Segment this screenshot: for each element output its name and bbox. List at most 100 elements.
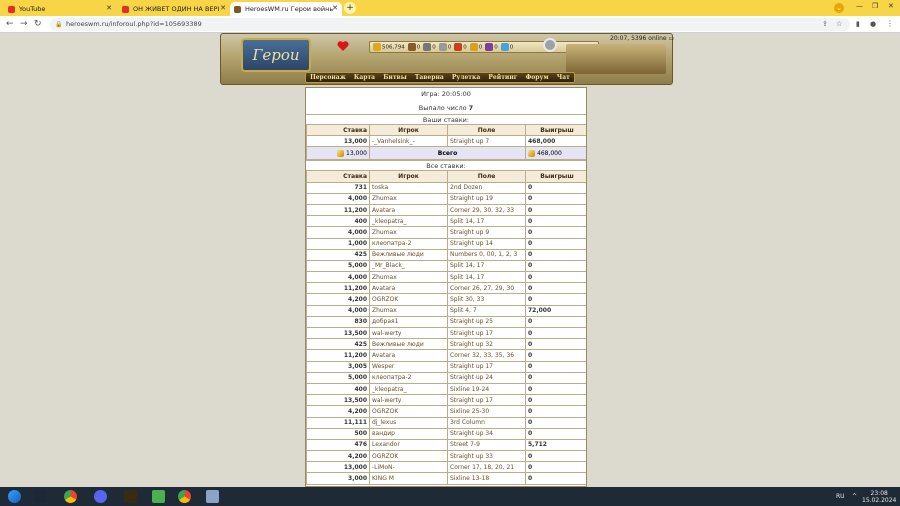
- bookmark-star-icon[interactable]: ☆: [836, 18, 842, 31]
- start-button-icon[interactable]: [8, 490, 21, 503]
- bet-win: 0: [525, 405, 586, 418]
- back-icon[interactable]: ←: [6, 18, 14, 30]
- close-window-icon[interactable]: ✕: [888, 2, 894, 10]
- player-link[interactable]: Avatara: [369, 203, 448, 217]
- player-link[interactable]: dj_lexus: [369, 416, 448, 429]
- forward-icon[interactable]: →: [20, 18, 28, 30]
- bet-win: 0: [525, 282, 586, 295]
- bet-win: 0: [525, 315, 586, 329]
- new-tab-button[interactable]: +: [344, 2, 356, 14]
- discord-icon[interactable]: [94, 490, 107, 503]
- menu-kebab-icon[interactable]: ⋮: [886, 18, 894, 30]
- player-link[interactable]: _kleopatra_: [369, 215, 448, 228]
- player-link[interactable]: добрая1: [369, 315, 448, 329]
- tray-chevron-icon[interactable]: ^: [852, 493, 857, 500]
- bet-stake: 4,200: [306, 293, 370, 306]
- close-icon[interactable]: ✕: [220, 4, 226, 12]
- player-link[interactable]: клеопатра-2: [369, 237, 448, 250]
- table-header-row: Ставка Игрок Поле Выигрыш: [306, 123, 586, 137]
- player-link[interactable]: клеопатра-2: [369, 371, 448, 384]
- player-link[interactable]: OGRZOK: [369, 450, 448, 463]
- nav-roulette[interactable]: Рулетка: [452, 74, 480, 81]
- player-link[interactable]: toska: [369, 181, 448, 194]
- bet-win: 0: [525, 338, 586, 351]
- table-row: 400 _kleopatra_ Sixline 19-24 0: [306, 382, 586, 396]
- nav-map[interactable]: Карта: [354, 74, 375, 81]
- reload-icon[interactable]: ↻: [34, 18, 42, 30]
- notepad-icon[interactable]: [206, 490, 219, 503]
- player-link[interactable]: Zhumax: [369, 192, 448, 205]
- tab-video[interactable]: ОН ЖИВЕТ ОДИН НА ВЕРШИНЕ ✕: [118, 2, 230, 16]
- player-link[interactable]: -LiMoN-: [369, 461, 448, 474]
- player-link[interactable]: KING M: [369, 472, 448, 485]
- profile-avatar-icon[interactable]: ●: [870, 18, 876, 30]
- player-link[interactable]: _Mr_Black_: [369, 259, 448, 273]
- nav-chat[interactable]: Чат: [557, 74, 570, 81]
- bet-win: 0: [525, 237, 586, 250]
- clock[interactable]: 23:08 15.02.2024: [862, 490, 896, 504]
- url-text[interactable]: heroeswm.ru/inforoul.php?id=105693389: [66, 20, 202, 28]
- bet-field: Straight up 32: [447, 338, 526, 351]
- monitor-icon[interactable]: ▭: [669, 35, 675, 42]
- tab-heroeswm[interactable]: HeroesWM.ru Герои войны и д ✕: [230, 2, 342, 16]
- total-label: Всего: [369, 146, 526, 161]
- language-indicator[interactable]: RU: [836, 493, 845, 500]
- nav-battles[interactable]: Битвы: [383, 74, 406, 81]
- close-icon[interactable]: ✕: [332, 4, 338, 12]
- player-link[interactable]: _kleopatra_: [369, 382, 448, 396]
- address-bar[interactable]: 🔒 heroeswm.ru/inforoul.php?id=105693389 …: [50, 18, 850, 31]
- bet-stake: 476: [306, 438, 370, 452]
- player-link[interactable]: вандир: [369, 427, 448, 440]
- minimize-icon[interactable]: —: [856, 2, 863, 10]
- bet-stake: 3,005: [306, 360, 370, 373]
- share-icon[interactable]: ⇪: [822, 18, 828, 31]
- player-link[interactable]: wal-werty: [369, 326, 448, 340]
- close-icon[interactable]: ✕: [106, 4, 112, 12]
- bet-win: 0: [525, 293, 586, 306]
- game-logo[interactable]: Герои: [241, 38, 311, 72]
- nav-rating[interactable]: Рейтинг: [488, 74, 517, 81]
- torrent-icon[interactable]: [152, 490, 165, 503]
- player-link[interactable]: OGRZOK: [369, 405, 448, 418]
- tab-youtube[interactable]: YouTube ✕: [4, 2, 116, 16]
- heart-icon[interactable]: [337, 40, 349, 52]
- side-panel-icon[interactable]: ▮: [856, 18, 860, 30]
- ore-icon: [423, 43, 432, 51]
- player-link[interactable]: Zhumax: [369, 304, 448, 317]
- player-link[interactable]: Zhumax: [369, 271, 448, 284]
- col-player: Игрок: [369, 123, 448, 137]
- bet-stake: 731: [306, 181, 370, 194]
- chrome-icon[interactable]: [64, 490, 77, 503]
- player-link[interactable]: Вежливые люди: [369, 338, 448, 351]
- bet-field: 3rd Column: [447, 416, 526, 429]
- bet-stake: 425: [306, 338, 370, 351]
- bet-field: Sixline 13-18: [447, 472, 526, 485]
- player-link[interactable]: Avatara: [369, 282, 448, 295]
- nav-character[interactable]: Персонаж: [310, 74, 346, 81]
- chrome-active-icon[interactable]: [178, 490, 191, 503]
- bet-win: 0: [525, 326, 586, 340]
- player-link[interactable]: Zhumax: [369, 226, 448, 239]
- ring-icon[interactable]: [543, 38, 557, 52]
- wow-icon[interactable]: [124, 490, 137, 503]
- player-link[interactable]: Avatara: [369, 349, 448, 362]
- bet-win: 0: [525, 394, 586, 407]
- nav-forum[interactable]: Форум: [526, 74, 549, 81]
- table-row: 4,000 Zhumax Straight up 19 0: [306, 192, 586, 205]
- chrome-profile-icon[interactable]: ⌄: [834, 3, 844, 13]
- player-link[interactable]: OGRZOK: [369, 293, 448, 306]
- nav-tavern[interactable]: Таверна: [415, 74, 444, 81]
- bet-field: Split 4, 7: [447, 304, 526, 317]
- player-link[interactable]: Lexandor: [369, 438, 448, 452]
- steam-icon[interactable]: [34, 490, 47, 503]
- bet-field: Numbers 0, 00, 1, 2, 3: [447, 248, 526, 261]
- player-link[interactable]: -_Vanhelsink_-: [369, 135, 448, 148]
- bet-stake: 11,200: [306, 203, 370, 217]
- player-link[interactable]: Вежливые люди: [369, 248, 448, 261]
- all-bets-title: Все ставки:: [306, 160, 586, 170]
- player-link[interactable]: Wesper: [369, 360, 448, 373]
- player-link[interactable]: wal-werty: [369, 394, 448, 407]
- maximize-icon[interactable]: ❐: [872, 2, 878, 10]
- bet-win: 0: [525, 271, 586, 284]
- lock-icon[interactable]: 🔒: [55, 18, 62, 31]
